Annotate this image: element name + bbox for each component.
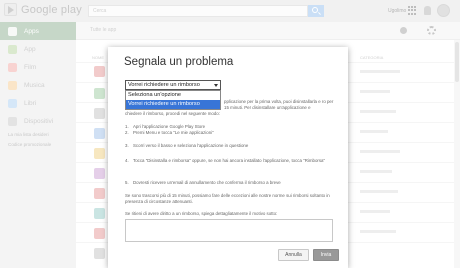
dialog-intro-text: pplicazione per la prima volta, puoi dis… [224, 99, 334, 110]
step-2: 2. Premi Menu e tocca "Le mie applicazion… [125, 130, 214, 135]
step-4: 4. Tocca "Disinstalla e rimborsa" oppure,… [125, 158, 326, 163]
dialog-title: Segnala un problema [124, 56, 234, 68]
submit-button[interactable]: Invia [313, 249, 339, 261]
textarea-label: Se ritieni di avere diritto a un rimbors… [125, 211, 278, 216]
step-5: 5. Dovresti ricevere un'email di annullam… [125, 180, 281, 185]
cancel-button[interactable]: Annulla [278, 249, 309, 261]
select-value: Vorrei richiedere un rimborso [128, 82, 200, 88]
report-problem-dialog: Segnala un problema pplicazione per la p… [108, 47, 348, 268]
option-select-one[interactable]: Seleziona un'opzione [126, 91, 220, 100]
chevron-down-icon [214, 84, 218, 87]
dialog-intro-line: chiedere il rimborso, procedi nel seguen… [125, 111, 220, 116]
step-3: 3. Scorri verso il basso e seleziona l'ap… [125, 143, 249, 148]
refund-reason-textarea[interactable] [125, 219, 333, 242]
problem-type-select[interactable]: Vorrei richiedere un rimborso [125, 80, 221, 90]
step-1: 1. Apri l'applicazione Google Play Store [125, 124, 206, 129]
problem-type-dropdown: Seleziona un'opzione Vorrei richiedere u… [125, 90, 221, 110]
option-request-refund[interactable]: Vorrei richiedere un rimborso [126, 100, 220, 109]
refund-note: Se sono trascorsi più di 15 minuti, poss… [125, 193, 330, 204]
